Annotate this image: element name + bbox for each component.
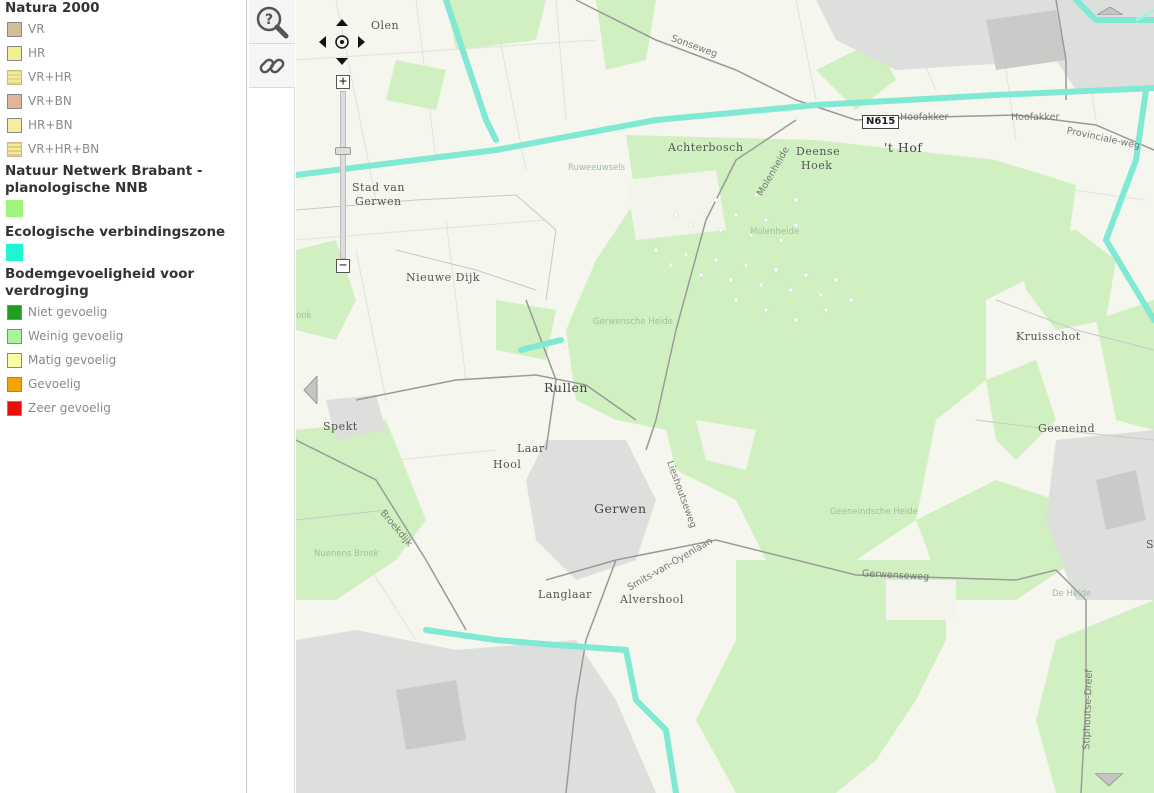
place-label-laar: Laar — [517, 442, 545, 455]
place-label-deense: Deense — [796, 145, 841, 158]
map-canvas[interactable]: Olen Stad van Gerwen Achterbosch Deense … — [296, 0, 1154, 793]
legend-natura-swatch — [7, 117, 22, 133]
pan-control[interactable] — [318, 18, 366, 66]
legend-natura-label: VR — [28, 22, 45, 36]
zoom-out-button[interactable]: − — [336, 259, 350, 273]
place-label-nieuwe-dijk: Nieuwe Dijk — [406, 271, 481, 284]
legend-group-natura: Natura 2000 VR HR VR+HR VR+BN HR+BN VR+HR+BN — [0, 0, 246, 161]
legend-natura-row: VR+HR+BN — [0, 137, 246, 161]
legend-bodem-swatch — [7, 328, 22, 344]
area-label-geeneindsche-heide: Geeneindsche Heide — [830, 507, 918, 517]
legend-bodem-row: Niet gevoelig — [0, 300, 246, 324]
legend-panel: Natura 2000 VR HR VR+HR VR+BN HR+BN VR+HR+BN … — [0, 0, 247, 793]
legend-title-natura: Natura 2000 — [5, 0, 100, 16]
legend-natura-label: VR+HR+BN — [28, 142, 100, 156]
legend-natura-row: VR+HR — [0, 65, 246, 89]
place-label-gerwen: Gerwen — [594, 501, 647, 516]
identify-button[interactable]: ? — [249, 0, 295, 44]
place-label-langlaar: Langlaar — [538, 588, 592, 601]
legend-bodem-row: Weinig gevoelig — [0, 324, 246, 348]
place-label-hoek: Hoek — [801, 159, 833, 172]
road-label-hoofakker-2: Hoofakker — [1011, 112, 1060, 123]
place-label-t-hof: 't Hof — [884, 140, 923, 155]
chain-link-icon — [259, 58, 285, 73]
area-label-de-heide: De Heide — [1052, 589, 1092, 599]
legend-swatch-eco — [6, 243, 23, 261]
area-label-gerwensche-heide: Gerwensche Heide — [593, 317, 673, 327]
zoom-in-button[interactable]: + — [336, 75, 350, 89]
legend-natura-label: VR+BN — [28, 94, 72, 108]
legend-bodem-row: Zeer gevoelig — [0, 396, 246, 420]
legend-group-bodem: Bodemgevoeligheid voor verdroging Niet g… — [0, 266, 246, 420]
place-label-alvershool: Alvershool — [620, 593, 684, 606]
legend-natura-swatch — [7, 93, 22, 109]
legend-bodem-swatch — [7, 352, 22, 368]
pan-arrows-icon — [319, 19, 365, 65]
legend-natura-row: VR — [0, 17, 246, 41]
place-label-achterbosch: Achterbosch — [668, 141, 744, 154]
legend-bodem-swatch — [7, 400, 22, 416]
tool-column: ? — [249, 0, 295, 793]
legend-title-bodem: Bodemgevoeligheid voor verdroging — [5, 266, 195, 299]
scroll-up-button[interactable] — [1095, 0, 1125, 19]
legend-natura-swatch — [7, 69, 22, 85]
area-label-nuenens-broek: Nuenens Broek — [314, 549, 379, 559]
legend-natura-swatch — [7, 21, 22, 37]
area-label-molenheide: Molenheide — [750, 227, 800, 237]
collapse-panel-button[interactable] — [303, 374, 319, 408]
legend-natura-label: VR+HR — [28, 70, 72, 84]
area-label-fragment-left: onk — [296, 311, 312, 321]
legend-natura-label: HR — [28, 46, 46, 60]
zoom-slider-handle[interactable] — [335, 147, 351, 155]
legend-bodem-label: Matig gevoelig — [28, 353, 117, 367]
place-label-gerwen-stad: Gerwen — [355, 195, 402, 208]
zoom-control[interactable]: + − — [335, 75, 351, 275]
legend-bodem-row: Matig gevoelig — [0, 348, 246, 372]
triangle-down-icon — [1093, 772, 1125, 787]
zoom-slider-track[interactable] — [340, 91, 346, 259]
legend-title-eco: Ecologische verbindingszone — [5, 224, 226, 240]
place-label-geeneind: Geeneind — [1038, 422, 1096, 435]
legend-bodem-label: Weinig gevoelig — [28, 329, 124, 343]
road-shield-n615: N615 — [862, 115, 900, 129]
place-label-spekt: Spekt — [323, 420, 358, 433]
place-label-hool: Hool — [493, 458, 522, 471]
legend-natura-row: HR — [0, 41, 246, 65]
place-label-kruisschot: Kruisschot — [1016, 330, 1081, 343]
legend-bodem-label: Gevoelig — [28, 377, 81, 391]
legend-natura-swatch — [7, 45, 22, 61]
legend-bodem-row: Gevoelig — [0, 372, 246, 396]
legend-bodem-label: Zeer gevoelig — [28, 401, 111, 415]
scroll-down-button[interactable] — [1093, 772, 1125, 791]
legend-natura-row: HR+BN — [0, 113, 246, 137]
svg-text:?: ? — [265, 12, 273, 28]
legend-bodem-swatch — [7, 376, 22, 392]
road-label-stiphoutse-dreef: Stiphoutse-Dreef — [1081, 669, 1096, 750]
place-label-olen: Olen — [371, 19, 400, 32]
place-label-stad-van: Stad van — [352, 181, 405, 194]
area-label-ruweeuwsels: Ruweeuwsels — [568, 163, 626, 173]
legend-bodem-swatch — [7, 304, 22, 320]
place-label-fragment-right: S — [1146, 538, 1154, 551]
link-button[interactable] — [249, 44, 295, 88]
legend-group-eco: Ecologische verbindingszone — [0, 224, 246, 263]
legend-title-nnb: Natuur Netwerk Brabant - planologische N… — [5, 163, 203, 196]
place-label-rullen: Rullen — [544, 380, 588, 395]
magnifier-question-icon: ? — [256, 6, 289, 38]
road-label-hoofakker-1: Hoofakker — [900, 112, 949, 123]
legend-natura-swatch — [7, 141, 22, 157]
legend-natura-row: VR+BN — [0, 89, 246, 113]
triangle-left-icon — [303, 374, 318, 406]
legend-natura-label: HR+BN — [28, 118, 73, 132]
legend-group-nnb: Natuur Netwerk Brabant - planologische N… — [0, 163, 246, 219]
triangle-up-icon — [1095, 6, 1125, 16]
legend-swatch-nnb — [6, 199, 23, 217]
legend-bodem-label: Niet gevoelig — [28, 305, 108, 319]
